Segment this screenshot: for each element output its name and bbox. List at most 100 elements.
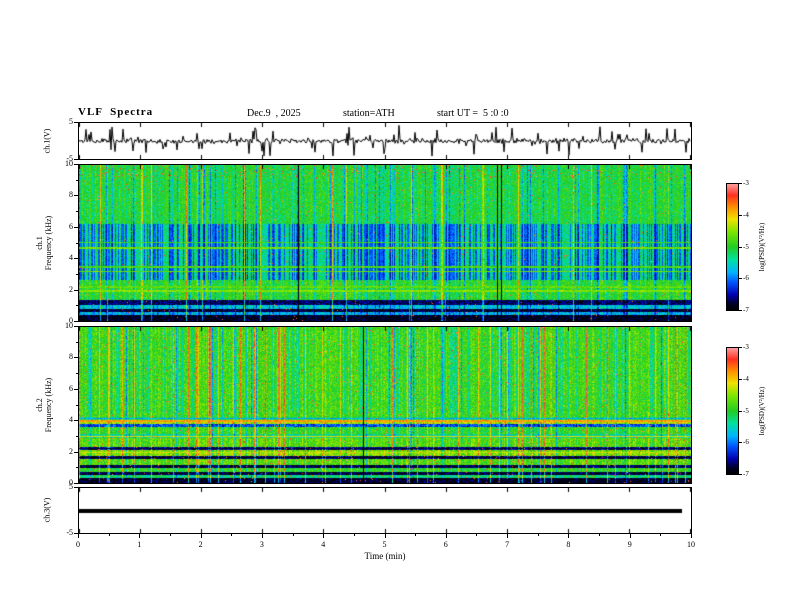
colorbar-tick-label: -3 <box>743 343 749 351</box>
colorbar-tick <box>739 183 742 184</box>
colorbar-ch1-unit-label: log(PSD)(V²/Hz) <box>758 222 766 272</box>
y-minor-tick <box>76 467 78 469</box>
y-tick-label: 2 <box>69 284 73 294</box>
colorbar-tick-label: -3 <box>743 179 749 187</box>
x-tick-label: 3 <box>259 540 264 549</box>
ch1-waveform-canvas <box>79 123 691 159</box>
y-tick-label: 5 <box>69 117 73 126</box>
x-tick <box>78 534 79 538</box>
colorbar-tick-label: -6 <box>743 274 749 283</box>
y-tick <box>74 451 78 453</box>
colorbar-ch2-unit-label: log(PSD)(V²/Hz) <box>758 386 766 436</box>
ch3-waveform-panel <box>78 487 692 534</box>
y-tick <box>74 487 78 488</box>
y-minor-tick <box>76 179 78 181</box>
y-tick-label: 10 <box>65 159 73 168</box>
x-tick <box>568 534 570 538</box>
x-minor-tick <box>660 534 662 536</box>
colorbar-tick-label: -5 <box>743 406 749 415</box>
x-tick-label: 1 <box>137 540 142 549</box>
y-tick <box>74 420 78 422</box>
y-tick <box>74 195 78 197</box>
x-tick <box>323 534 325 538</box>
ch1-waveform-panel <box>78 122 692 160</box>
y-tick-label: 4 <box>69 253 73 263</box>
vlf-spectra-figure: VLF Spectra Dec.9 , 2025 station=ATH sta… <box>0 0 792 612</box>
ch1-spec-ylabel-line1: ch.1 <box>35 236 44 250</box>
colorbar-tick <box>739 347 742 348</box>
figure-title: VLF Spectra <box>78 106 154 118</box>
ch2-spec-ylabel-line1: ch.2 <box>35 398 44 412</box>
x-tick <box>445 534 447 538</box>
ch3-waveform-canvas <box>79 488 691 533</box>
x-minor-tick <box>537 534 539 536</box>
y-tick <box>74 226 78 228</box>
ch1-spectrogram-canvas <box>79 165 691 321</box>
y-minor-tick <box>76 273 78 275</box>
colorbar-tick-label: -5 <box>743 242 749 251</box>
x-tick-label: 10 <box>687 540 695 549</box>
colorbar-tick-label: -6 <box>743 438 749 447</box>
x-tick-label: 6 <box>443 540 448 549</box>
y-minor-tick <box>76 404 78 406</box>
x-tick-label: 0 <box>76 540 80 549</box>
ch2-spectrogram-panel <box>78 326 692 484</box>
y-tick <box>74 326 78 327</box>
x-tick <box>261 534 263 538</box>
x-minor-tick <box>108 534 110 536</box>
y-tick-label: 2 <box>69 446 73 456</box>
y-tick <box>74 258 78 260</box>
y-minor-tick <box>76 305 78 307</box>
y-tick-label: 8 <box>69 352 73 362</box>
y-tick-label: 10 <box>65 321 73 330</box>
y-tick-label: 6 <box>69 221 73 231</box>
colorbar-tick <box>739 474 742 475</box>
y-tick <box>74 357 78 359</box>
y-tick <box>74 321 78 322</box>
colorbar-ch2 <box>726 347 739 475</box>
y-tick <box>74 159 78 160</box>
colorbar-tick <box>739 310 742 311</box>
y-minor-tick <box>76 242 78 244</box>
y-tick-label: 5 <box>69 482 73 491</box>
colorbar-tick <box>739 378 742 380</box>
x-tick-label: 8 <box>566 540 571 549</box>
y-tick-label: 4 <box>69 415 73 425</box>
x-tick <box>507 534 509 538</box>
y-tick <box>74 122 78 123</box>
ch3-wave-ylabel: ch.3(V) <box>42 497 52 523</box>
y-tick-label: 8 <box>69 190 73 200</box>
ch1-spectrogram-panel <box>78 164 692 322</box>
colorbar-tick <box>739 214 742 216</box>
x-minor-tick <box>292 534 294 536</box>
y-tick-label: -5 <box>66 528 73 537</box>
y-minor-tick <box>76 373 78 375</box>
colorbar-tick <box>739 246 742 248</box>
start-time-label: start UT = 5 :0 :0 <box>437 108 509 119</box>
x-minor-tick <box>599 534 601 536</box>
station-label: station=ATH <box>343 108 395 119</box>
x-tick-label: 4 <box>321 540 326 549</box>
colorbar-tick <box>739 442 742 444</box>
x-tick-label: 7 <box>505 540 510 549</box>
colorbar-ch1 <box>726 183 739 311</box>
x-minor-tick <box>353 534 355 536</box>
x-axis-title: Time (min) <box>364 551 406 561</box>
y-tick <box>74 483 78 484</box>
x-tick-label: 5 <box>382 540 387 549</box>
x-tick <box>691 534 692 538</box>
y-minor-tick <box>76 341 78 343</box>
colorbar-tick-label: -4 <box>743 210 749 219</box>
ch2-spectrogram-canvas <box>79 327 691 483</box>
y-minor-tick <box>76 211 78 213</box>
y-tick <box>74 289 78 291</box>
x-tick-label: 9 <box>627 540 632 549</box>
figure-date: Dec.9 , 2025 <box>247 108 301 119</box>
colorbar-tick-label: -4 <box>743 374 749 383</box>
x-minor-tick <box>476 534 478 536</box>
colorbar-tick-label: -7 <box>743 470 749 478</box>
x-tick <box>200 534 202 538</box>
y-minor-tick <box>76 435 78 437</box>
y-tick <box>74 388 78 390</box>
x-tick <box>139 534 141 538</box>
